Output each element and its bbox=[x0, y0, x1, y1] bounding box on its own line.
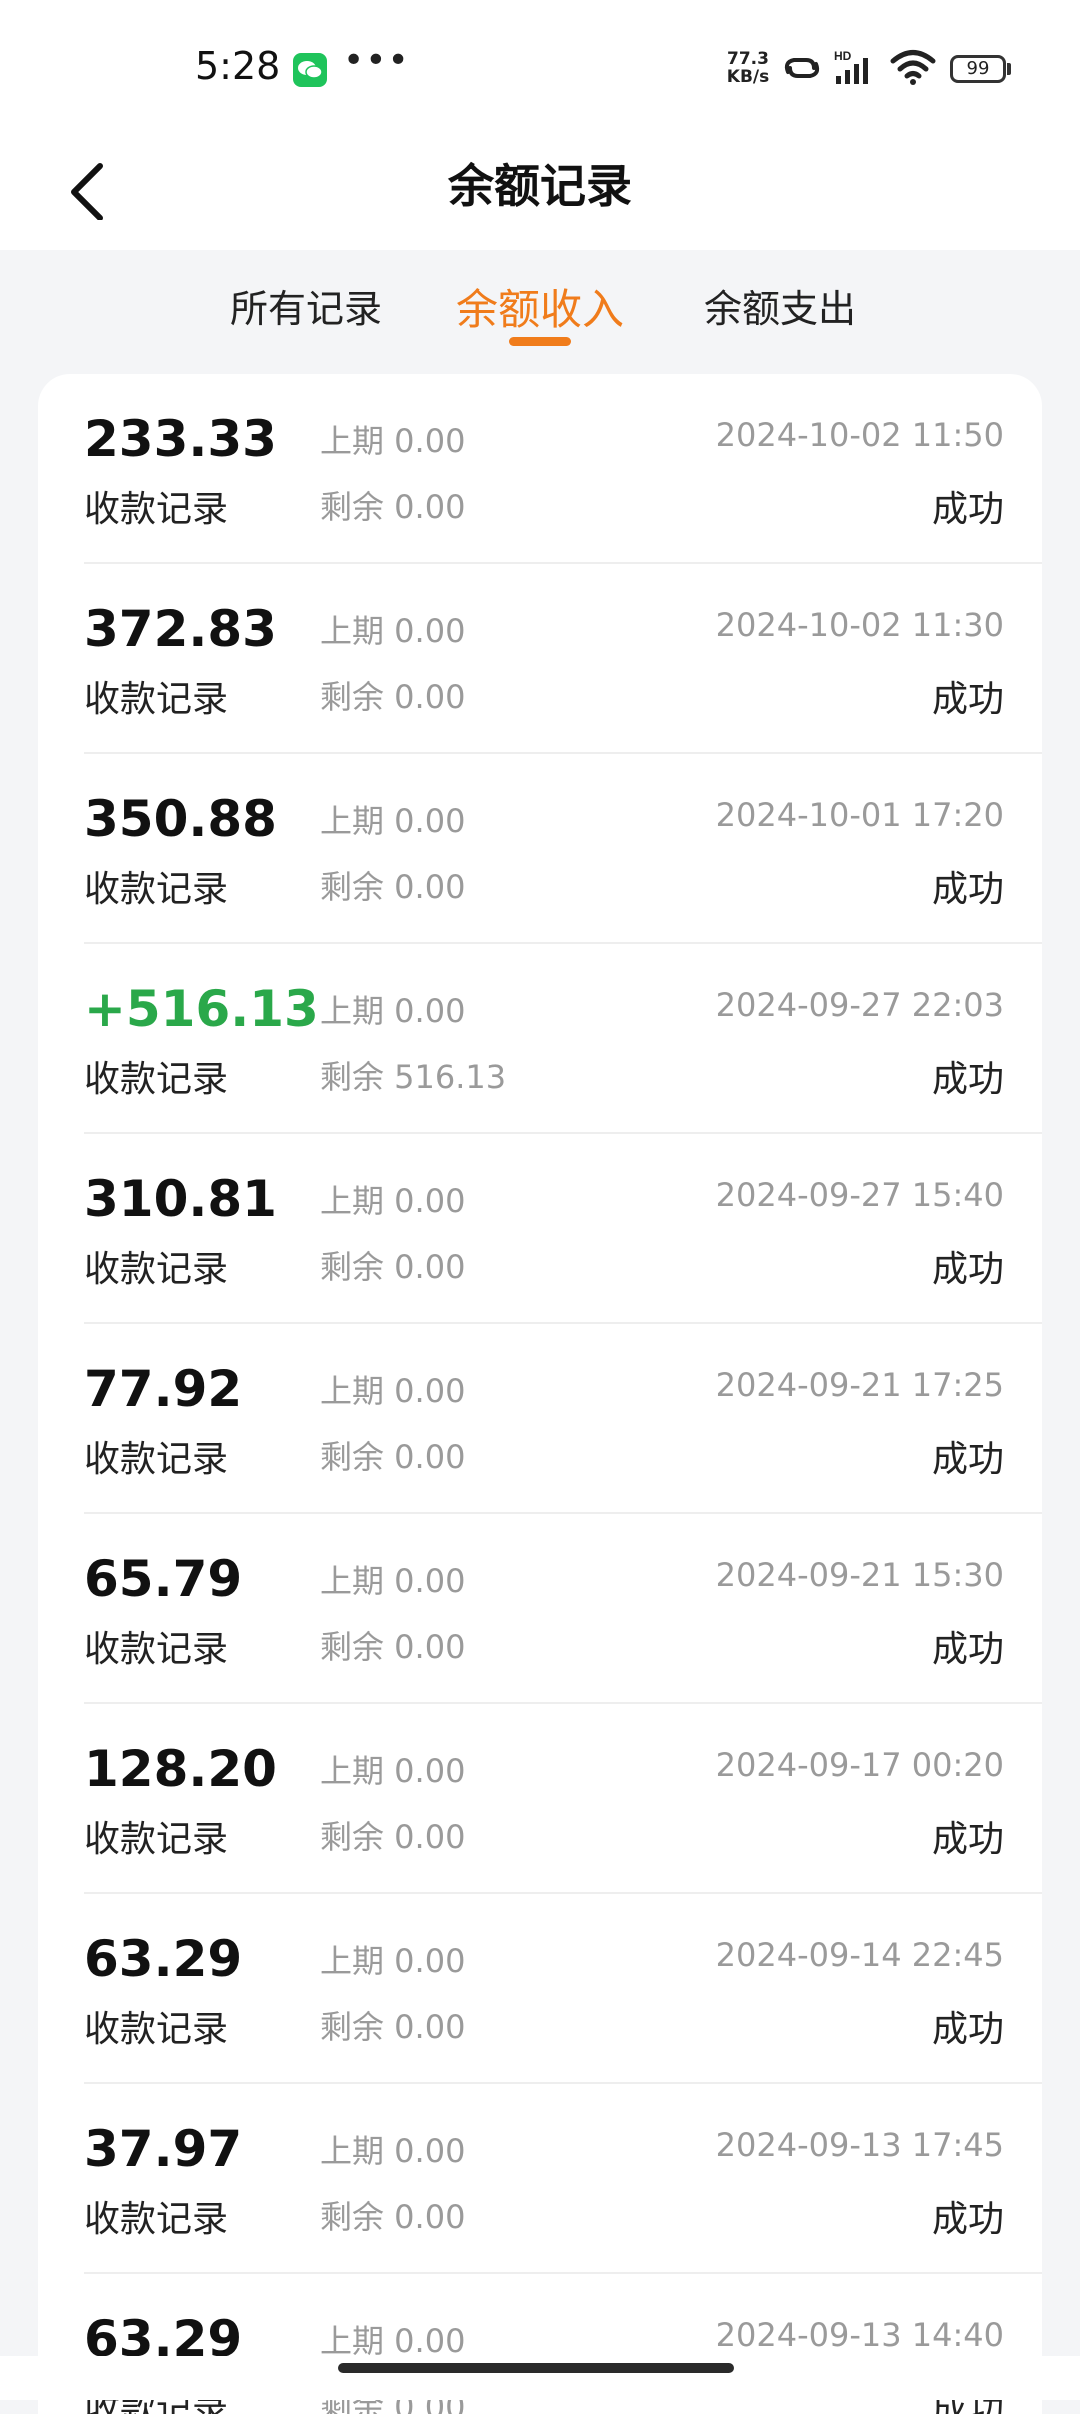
svg-text:HD: HD bbox=[834, 49, 852, 63]
net-speed-unit: KB/s bbox=[726, 67, 770, 87]
status-bar: 5:28 ••• 77.3 KB/s HD 99 bbox=[0, 0, 1080, 130]
record-remaining-balance: 剩余 516.13 bbox=[320, 1058, 507, 1096]
record-status: 成功 bbox=[931, 1059, 1004, 1100]
record-status: 成功 bbox=[931, 1819, 1004, 1860]
record-remaining-balance: 剩余 0.00 bbox=[320, 2198, 466, 2236]
battery-tip bbox=[1007, 63, 1011, 75]
records-list: 233.33 收款记录 上期 0.00 剩余 0.00 2024-10-02 11:50… bbox=[38, 374, 1042, 2414]
record-type: 收款记录 bbox=[84, 489, 229, 530]
record-previous-balance: 上期 0.00 bbox=[320, 422, 466, 460]
record-row[interactable]: 350.88 收款记录 上期 0.00 剩余 0.00 2024-10-01 17:20… bbox=[84, 754, 1042, 944]
record-amount: 77.92 bbox=[84, 1360, 243, 1418]
record-type: 收款记录 bbox=[84, 1249, 229, 1290]
record-status: 成功 bbox=[931, 1629, 1004, 1670]
record-type: 收款记录 bbox=[84, 679, 229, 720]
record-row[interactable]: 65.79 收款记录 上期 0.00 剩余 0.00 2024-09-21 15:30 成… bbox=[84, 1514, 1042, 1704]
link-icon bbox=[780, 50, 824, 90]
record-row[interactable]: 372.83 收款记录 上期 0.00 剩余 0.00 2024-10-02 11:30… bbox=[84, 564, 1042, 754]
record-previous-balance: 上期 0.00 bbox=[320, 612, 466, 650]
record-remaining-balance: 剩余 0.00 bbox=[320, 2008, 466, 2046]
record-status: 成功 bbox=[931, 489, 1004, 530]
record-date: 2024-09-27 15:40 bbox=[715, 1176, 1004, 1214]
record-date: 2024-09-13 17:45 bbox=[715, 2126, 1004, 2164]
record-date: 2024-09-13 14:40 bbox=[715, 2316, 1004, 2354]
active-tab-indicator bbox=[509, 337, 571, 346]
record-type: 收款记录 bbox=[84, 1059, 229, 1100]
record-remaining-balance: 剩余 0.00 bbox=[320, 1438, 466, 1476]
record-date: 2024-10-02 11:30 bbox=[715, 606, 1004, 644]
record-amount: 37.97 bbox=[84, 2120, 243, 2178]
record-previous-balance: 上期 0.00 bbox=[320, 1752, 466, 1790]
record-amount: +516.13 bbox=[84, 980, 319, 1038]
record-date: 2024-09-27 22:03 bbox=[715, 986, 1004, 1024]
record-previous-balance: 上期 0.00 bbox=[320, 992, 466, 1030]
battery-icon: 99 bbox=[950, 55, 1006, 83]
record-previous-balance: 上期 0.00 bbox=[320, 1942, 466, 1980]
record-date: 2024-09-14 22:45 bbox=[715, 1936, 1004, 1974]
record-status: 成功 bbox=[931, 1439, 1004, 1480]
record-row[interactable]: 128.20 收款记录 上期 0.00 剩余 0.00 2024-09-17 00:20… bbox=[84, 1704, 1042, 1894]
tab-all-records[interactable]: 所有记录 bbox=[230, 278, 382, 333]
record-remaining-balance: 剩余 0.00 bbox=[320, 868, 466, 906]
record-type: 收款记录 bbox=[84, 2199, 229, 2240]
record-remaining-balance: 剩余 0.00 bbox=[320, 1818, 466, 1856]
record-row[interactable]: +516.13 收款记录 上期 0.00 剩余 516.13 2024-09-27 22… bbox=[84, 944, 1042, 1134]
record-amount: 310.81 bbox=[84, 1170, 277, 1228]
record-amount: 128.20 bbox=[84, 1740, 277, 1798]
record-date: 2024-09-21 15:30 bbox=[715, 1556, 1004, 1594]
page-title: 余额记录 bbox=[448, 159, 632, 213]
net-speed-value: 77.3 bbox=[727, 49, 769, 69]
record-amount: 233.33 bbox=[84, 410, 277, 468]
record-remaining-balance: 剩余 0.00 bbox=[320, 1628, 466, 1666]
battery-level: 99 bbox=[966, 58, 990, 79]
record-status: 成功 bbox=[931, 869, 1004, 910]
record-row[interactable]: 37.97 收款记录 上期 0.00 剩余 0.00 2024-09-13 17:45 成… bbox=[84, 2084, 1042, 2274]
app-header: 余额记录 bbox=[0, 130, 1080, 250]
record-status: 成功 bbox=[931, 679, 1004, 720]
record-status: 成功 bbox=[931, 2009, 1004, 2050]
record-previous-balance: 上期 0.00 bbox=[320, 802, 466, 840]
record-row[interactable]: 63.29 收款记录 上期 0.00 剩余 0.00 2024-09-14 22:45 成… bbox=[84, 1894, 1042, 2084]
record-remaining-balance: 剩余 0.00 bbox=[320, 1248, 466, 1286]
record-row[interactable]: 233.33 收款记录 上期 0.00 剩余 0.00 2024-10-02 11:50… bbox=[84, 374, 1042, 564]
record-date: 2024-10-01 17:20 bbox=[715, 796, 1004, 834]
wifi-icon bbox=[890, 48, 936, 90]
records-card: 233.33 收款记录 上期 0.00 剩余 0.00 2024-10-02 11:50… bbox=[38, 374, 1042, 2414]
status-time: 5:28 bbox=[195, 44, 281, 88]
record-amount: 350.88 bbox=[84, 790, 277, 848]
record-type: 收款记录 bbox=[84, 869, 229, 910]
net-speed: 77.3 KB/s bbox=[722, 50, 774, 86]
record-type: 收款记录 bbox=[84, 1819, 229, 1860]
home-indicator[interactable] bbox=[338, 2363, 734, 2373]
record-date: 2024-09-17 00:20 bbox=[715, 1746, 1004, 1784]
record-previous-balance: 上期 0.00 bbox=[320, 2132, 466, 2170]
record-row[interactable]: 310.81 收款记录 上期 0.00 剩余 0.00 2024-09-27 15:40… bbox=[84, 1134, 1042, 1324]
record-status: 成功 bbox=[931, 1249, 1004, 1290]
record-row[interactable]: 77.92 收款记录 上期 0.00 剩余 0.00 2024-09-21 17:25 成… bbox=[84, 1324, 1042, 1514]
record-type: 收款记录 bbox=[84, 2009, 229, 2050]
more-dots-icon: ••• bbox=[343, 40, 410, 81]
record-previous-balance: 上期 0.00 bbox=[320, 1562, 466, 1600]
record-previous-balance: 上期 0.00 bbox=[320, 1182, 466, 1220]
wechat-icon bbox=[293, 53, 327, 87]
record-previous-balance: 上期 0.00 bbox=[320, 1372, 466, 1410]
record-type: 收款记录 bbox=[84, 1629, 229, 1670]
record-status: 成功 bbox=[931, 2199, 1004, 2240]
tab-balance-income[interactable]: 余额收入 bbox=[456, 276, 624, 337]
record-date: 2024-09-21 17:25 bbox=[715, 1366, 1004, 1404]
record-remaining-balance: 剩余 0.00 bbox=[320, 678, 466, 716]
record-amount: 65.79 bbox=[84, 1550, 243, 1608]
record-amount: 63.29 bbox=[84, 1930, 243, 1988]
record-remaining-balance: 剩余 0.00 bbox=[320, 488, 466, 526]
record-date: 2024-10-02 11:50 bbox=[715, 416, 1004, 454]
record-type: 收款记录 bbox=[84, 1439, 229, 1480]
hd-signal-icon: HD bbox=[832, 48, 882, 92]
record-amount: 372.83 bbox=[84, 600, 277, 658]
tab-balance-expense[interactable]: 余额支出 bbox=[704, 278, 856, 333]
